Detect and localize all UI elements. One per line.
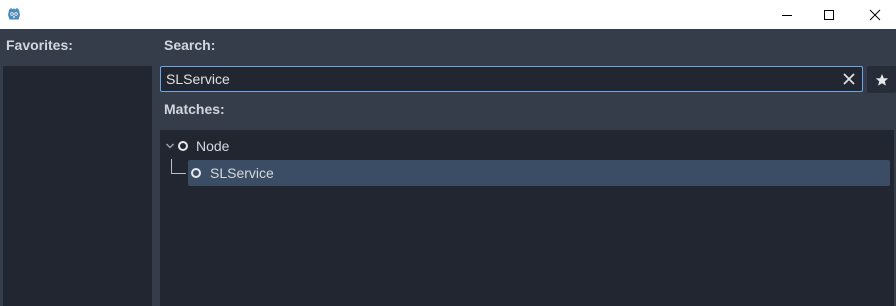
maximize-button[interactable] xyxy=(806,0,852,29)
favorites-list[interactable] xyxy=(3,66,152,306)
favorite-toggle-button[interactable] xyxy=(867,66,896,93)
node-circle-icon xyxy=(178,141,188,151)
clear-search-button[interactable] xyxy=(840,70,858,88)
star-icon xyxy=(875,73,888,86)
tree-item-label: SLService xyxy=(210,165,274,181)
clear-icon xyxy=(843,73,855,85)
matches-tree[interactable]: Node SLService xyxy=(160,130,894,306)
maximize-icon xyxy=(824,9,834,20)
matches-label: Matches: xyxy=(164,101,225,117)
close-icon xyxy=(869,9,881,20)
search-input[interactable] xyxy=(166,67,826,91)
search-field[interactable] xyxy=(160,66,863,92)
tree-connector-line xyxy=(171,159,186,174)
minimize-button[interactable] xyxy=(764,0,810,29)
minimize-icon xyxy=(782,14,792,16)
node-circle-icon xyxy=(191,168,201,178)
favorites-label: Favorites: xyxy=(6,37,73,53)
search-label: Search: xyxy=(164,37,216,53)
tree-item-node[interactable]: Node xyxy=(164,134,229,158)
chevron-down-icon[interactable] xyxy=(164,140,176,152)
close-button[interactable] xyxy=(852,0,896,29)
tree-item-label: Node xyxy=(196,138,230,154)
godot-icon xyxy=(8,8,20,20)
tree-item-slservice[interactable]: SLService xyxy=(188,160,890,186)
title-bar xyxy=(0,0,896,29)
